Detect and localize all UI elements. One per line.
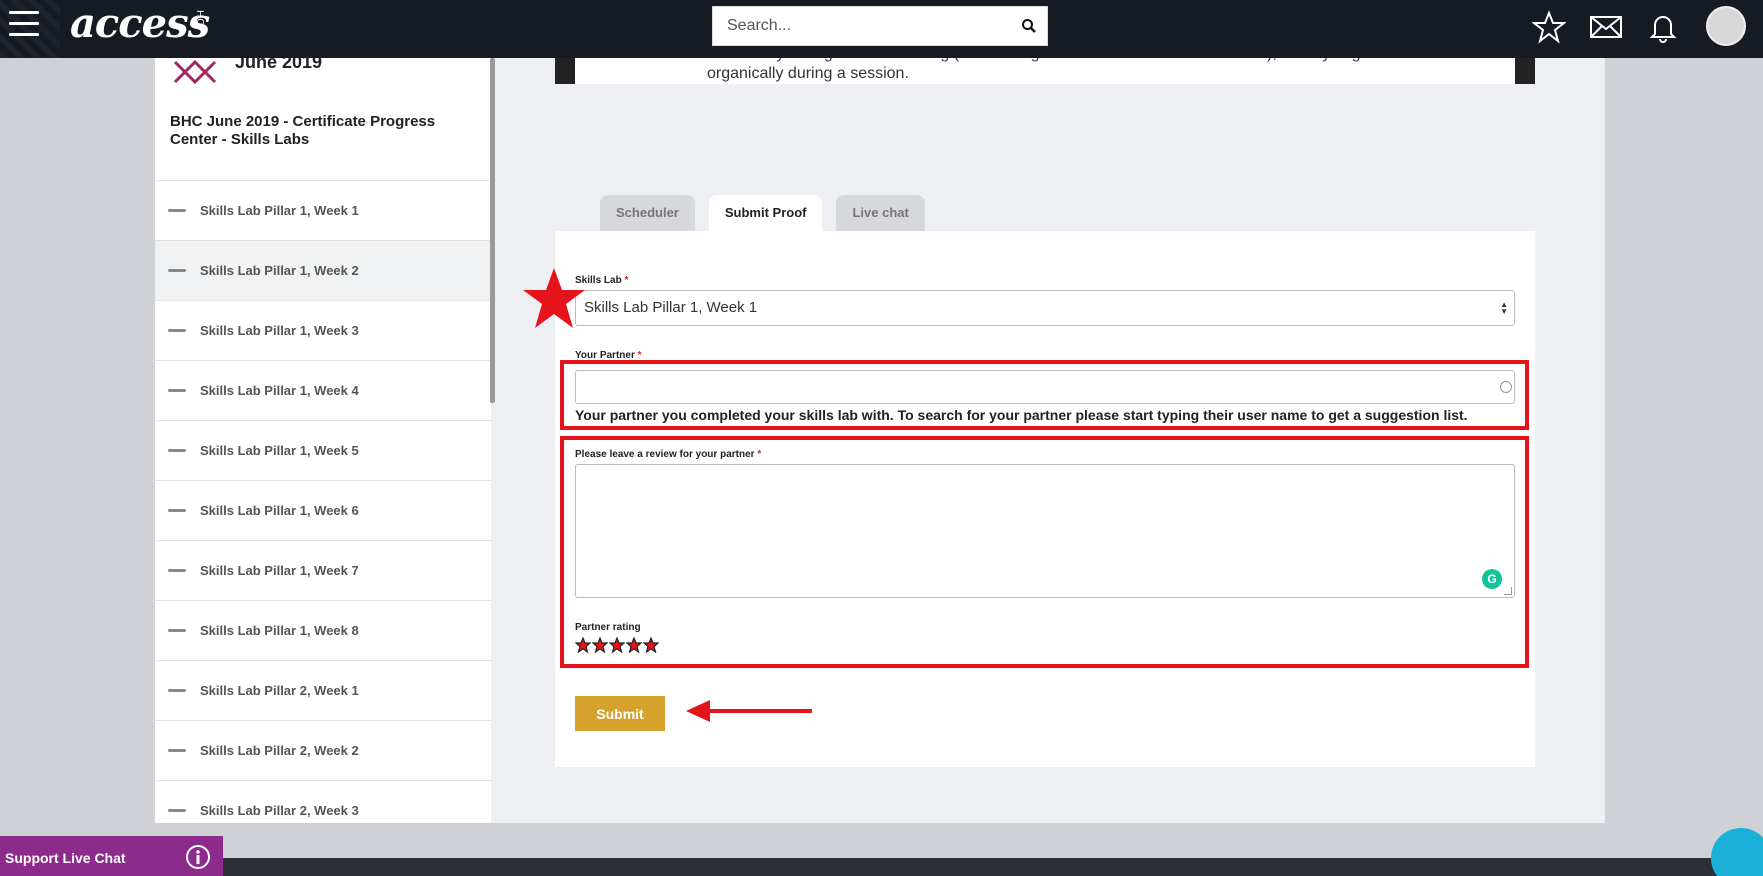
lesson-content-inner: materials you're given in a training (we… [575, 58, 1515, 84]
dash-icon [168, 389, 186, 392]
skills-lab-selected-value: Skills Lab Pillar 1, Week 1 [584, 299, 758, 316]
dash-icon [168, 689, 186, 692]
required-mark: * [624, 275, 629, 286]
sidebar-item-label: Skills Lab Pillar 1, Week 5 [200, 443, 359, 458]
sidebar-item[interactable]: Skills Lab Pillar 1, Week 5 [155, 420, 491, 480]
tab-live-chat[interactable]: Live chat [836, 195, 925, 231]
sidebar-item[interactable]: Skills Lab Pillar 1, Week 2 [155, 240, 491, 300]
dash-icon [168, 269, 186, 272]
sidebar-scrollbar[interactable] [490, 58, 495, 403]
sidebar-item-label: Skills Lab Pillar 1, Week 7 [200, 563, 359, 578]
chat-bubble-icon[interactable] [1711, 828, 1763, 876]
dash-icon [168, 449, 186, 452]
avatar[interactable] [1706, 6, 1746, 46]
live-chat-label: Support Live Chat [5, 850, 126, 866]
sidebar-item-label: Skills Lab Pillar 2, Week 3 [200, 803, 359, 818]
dash-icon [168, 809, 186, 812]
sidebar-list: Skills Lab Pillar 1, Week 1 Skills Lab P… [155, 180, 491, 823]
sidebar-item[interactable]: Skills Lab Pillar 1, Week 8 [155, 600, 491, 660]
dash-icon [168, 749, 186, 752]
lesson-content-card: materials you're given in a training (we… [555, 58, 1535, 84]
menu-icon[interactable] [9, 11, 39, 39]
sidebar-item[interactable]: Skills Lab Pillar 2, Week 2 [155, 720, 491, 780]
sidebar-item[interactable]: Skills Lab Pillar 2, Week 1 [155, 660, 491, 720]
sidebar-item-label: Skills Lab Pillar 1, Week 3 [200, 323, 359, 338]
dash-icon [168, 209, 186, 212]
sidebar-item[interactable]: Skills Lab Pillar 2, Week 3 [155, 780, 491, 823]
star-icon[interactable] [1532, 10, 1566, 44]
search-box [712, 6, 1048, 46]
dash-icon [168, 629, 186, 632]
site-logo[interactable]: access [70, 0, 210, 47]
sidebar-item[interactable]: Skills Lab Pillar 1, Week 4 [155, 360, 491, 420]
dash-icon [168, 509, 186, 512]
program-logo-icon [173, 59, 217, 85]
sidebar-item-label: Skills Lab Pillar 1, Week 8 [200, 623, 359, 638]
sidebar-item-label: Skills Lab Pillar 1, Week 2 [200, 263, 359, 278]
annotation-box-partner [560, 360, 1529, 430]
support-live-chat-button[interactable]: Support Live Chat [0, 836, 223, 876]
form-tabs: Scheduler Submit Proof Live chat [600, 195, 925, 231]
sidebar-item-label: Skills Lab Pillar 2, Week 1 [200, 683, 359, 698]
sidebar-item-label: Skills Lab Pillar 1, Week 1 [200, 203, 359, 218]
dash-icon [168, 329, 186, 332]
annotation-star-icon [523, 268, 585, 328]
submit-button[interactable]: Submit [575, 696, 665, 731]
footer-bar [0, 858, 1763, 876]
search-input[interactable] [713, 7, 1003, 45]
select-arrows-icon: ▲ ▼ [1500, 300, 1508, 316]
bell-icon[interactable] [1646, 10, 1680, 44]
sidebar-item[interactable]: Skills Lab Pillar 1, Week 1 [155, 180, 491, 240]
site-logo-sub: HCI [194, 10, 205, 31]
search-icon[interactable] [1021, 18, 1037, 34]
sidebar-item-label: Skills Lab Pillar 2, Week 2 [200, 743, 359, 758]
tab-scheduler[interactable]: Scheduler [600, 195, 695, 231]
sidebar-item[interactable]: Skills Lab Pillar 1, Week 3 [155, 300, 491, 360]
sidebar-item[interactable]: Skills Lab Pillar 1, Week 7 [155, 540, 491, 600]
sidebar-item-label: Skills Lab Pillar 1, Week 4 [200, 383, 359, 398]
lesson-text: materials you're given in a training (we… [707, 58, 1425, 82]
sidebar-item-label: Skills Lab Pillar 1, Week 6 [200, 503, 359, 518]
sidebar-title: BHC June 2019 - Certificate Progress Cen… [170, 113, 436, 148]
skills-lab-select[interactable]: Skills Lab Pillar 1, Week 1 ▲ ▼ [575, 290, 1515, 326]
mail-icon[interactable] [1589, 10, 1623, 44]
sidebar-date: June 2019 [235, 58, 323, 72]
sidebar: June 2019 BHC June 2019 - Certificate Pr… [155, 58, 491, 823]
info-broadcast-icon [186, 845, 210, 869]
annotation-box-review [560, 436, 1529, 668]
top-navigation-bar: access HCI [0, 0, 1763, 58]
dash-icon [168, 569, 186, 572]
tab-submit-proof[interactable]: Submit Proof [708, 195, 823, 231]
annotation-arrow-icon [686, 700, 812, 722]
sidebar-item[interactable]: Skills Lab Pillar 1, Week 6 [155, 480, 491, 540]
